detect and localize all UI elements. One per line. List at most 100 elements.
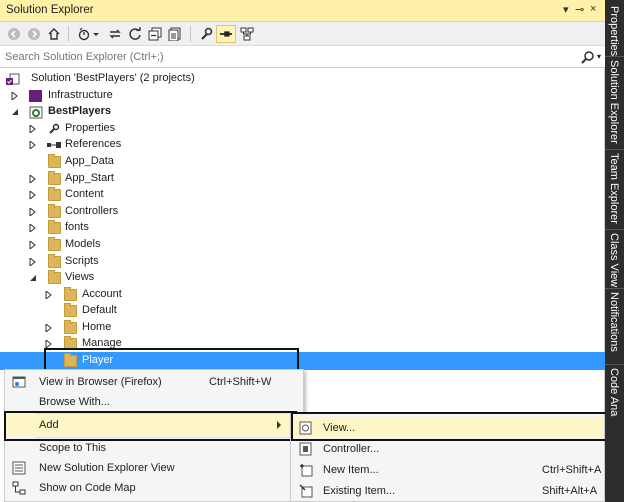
tree-row-models[interactable]: Models — [0, 237, 605, 254]
expand-icon[interactable] — [29, 191, 37, 199]
menu-item-show-on-code-map[interactable]: Show on Code Map — [5, 478, 303, 498]
tree-row-default[interactable]: Default — [0, 303, 605, 320]
home-icon[interactable] — [45, 25, 63, 43]
tree-item-label: Account — [82, 288, 122, 300]
folder-icon — [48, 220, 61, 234]
menu-item-scope-to-this[interactable]: Scope to This — [5, 438, 303, 458]
solution-icon — [5, 73, 20, 86]
tree-row-infrastructure[interactable]: Infrastructure — [0, 88, 605, 105]
expand-icon[interactable] — [29, 208, 37, 216]
project-icon — [29, 90, 42, 102]
expand-icon[interactable] — [45, 340, 53, 348]
tree-row-home[interactable]: Home — [0, 320, 605, 337]
submenu-item-view[interactable]: View... — [291, 417, 604, 438]
tree-row-scripts[interactable]: Scripts — [0, 254, 605, 271]
folder-icon — [48, 204, 61, 218]
tree-row-manage[interactable]: Manage — [0, 336, 605, 353]
tree-row-bestplayers[interactable]: BestPlayers — [0, 104, 605, 121]
tab-notifications[interactable]: Notifications — [608, 292, 620, 352]
menu-item-new-solution-explorer-view[interactable]: New Solution Explorer View — [5, 458, 303, 478]
back-icon[interactable] — [5, 25, 23, 43]
panel-title: Solution Explorer — [6, 4, 94, 16]
controller-icon — [299, 442, 313, 456]
tree-item-label: BestPlayers — [48, 105, 111, 117]
menu-item-browse-with[interactable]: Browse With... — [5, 392, 303, 412]
tree-row-content[interactable]: Content — [0, 187, 605, 204]
folder-icon — [48, 154, 61, 168]
submenu-arrow-icon — [277, 421, 281, 429]
tab-team-explorer[interactable]: Team Explorer — [608, 153, 620, 224]
collapse-icon[interactable] — [11, 108, 19, 116]
expand-icon[interactable] — [29, 258, 37, 266]
class-diagram-icon[interactable] — [238, 25, 256, 43]
tab-properties[interactable]: Properties — [608, 6, 620, 56]
pin-icon[interactable]: ⊸ — [575, 3, 584, 16]
preview-selected-items-icon[interactable] — [216, 25, 236, 43]
search-bar: ▾ — [0, 46, 605, 68]
tab-code-analysis[interactable]: Code Ana — [608, 368, 620, 416]
tree-row-properties[interactable]: Properties — [0, 121, 605, 138]
tree-row-views[interactable]: Views — [0, 270, 605, 287]
expand-icon[interactable] — [11, 92, 19, 100]
context-menu: View in Browser (Firefox) Ctrl+Shift+W B… — [4, 369, 304, 502]
tree-row-account[interactable]: Account — [0, 287, 605, 304]
search-input[interactable] — [5, 49, 565, 65]
tab-class-view[interactable]: Class View — [608, 233, 620, 287]
tree-row-app-start[interactable]: App_Start — [0, 171, 605, 188]
submenu-item-new-item[interactable]: New Item... Ctrl+Shift+A — [291, 459, 604, 480]
expand-icon[interactable] — [45, 324, 53, 332]
submenu-item-label: New Item... — [323, 464, 379, 476]
tree-row-solution[interactable]: Solution 'BestPlayers' (2 projects) — [0, 71, 605, 88]
code-map-icon — [12, 481, 26, 495]
folder-icon — [64, 353, 77, 367]
menu-item-label: New Solution Explorer View — [39, 462, 175, 474]
tree-row-controllers[interactable]: Controllers — [0, 204, 605, 221]
show-all-files-icon[interactable] — [166, 25, 184, 43]
expand-icon[interactable] — [29, 224, 37, 232]
tree-item-label: References — [65, 138, 122, 150]
view-item-icon — [299, 421, 313, 435]
search-icon[interactable] — [581, 50, 595, 64]
submenu-item-label: View... — [323, 422, 356, 434]
submenu-item-controller[interactable]: Controller... — [291, 438, 604, 459]
folder-icon — [64, 336, 77, 350]
menu-item-label: Scope to This — [39, 442, 107, 454]
menu-item-view-in-browser[interactable]: View in Browser (Firefox) Ctrl+Shift+W — [5, 372, 303, 392]
tab-solution-explorer[interactable]: Solution Explorer — [608, 60, 620, 144]
forward-icon[interactable] — [25, 25, 43, 43]
tree-item-label: Manage — [82, 337, 122, 349]
refresh-icon[interactable] — [126, 25, 144, 43]
sync-icon[interactable] — [106, 25, 124, 43]
close-icon[interactable]: × — [590, 3, 596, 15]
menu-item-shortcut: Ctrl+Shift+W — [209, 376, 272, 388]
search-options-icon[interactable]: ▾ — [597, 52, 601, 61]
collapse-all-icon[interactable] — [146, 25, 164, 43]
new-view-icon — [12, 461, 26, 475]
solution-label: Solution 'BestPlayers' (2 projects) — [31, 72, 195, 84]
tree-item-label: Properties — [65, 122, 116, 134]
side-tab-strip: Properties Solution Explorer Team Explor… — [605, 0, 624, 502]
tree-item-label: Models — [65, 238, 101, 250]
expand-icon[interactable] — [29, 175, 37, 183]
submenu-item-existing-item[interactable]: Existing Item... Shift+Alt+A — [291, 480, 604, 501]
tree-row-player[interactable]: Player — [0, 352, 605, 370]
properties-wrench-icon[interactable] — [197, 25, 215, 43]
tree-row-fonts[interactable]: fonts — [0, 220, 605, 237]
expand-icon[interactable] — [29, 125, 37, 133]
browser-icon — [12, 375, 26, 389]
tree-item-label: Views — [65, 271, 95, 283]
dropdown-icon[interactable]: ▾ — [563, 3, 569, 16]
expand-icon[interactable] — [29, 241, 37, 249]
web-project-icon — [29, 106, 43, 119]
tree-row-references[interactable]: References — [0, 137, 605, 154]
menu-item-add[interactable]: Add — [5, 414, 303, 436]
expand-icon[interactable] — [45, 291, 53, 299]
tree-row-app-data[interactable]: App_Data — [0, 154, 605, 171]
tree-item-label: Home — [82, 321, 112, 333]
expand-icon[interactable] — [29, 141, 37, 149]
collapse-icon[interactable] — [29, 274, 37, 282]
filter-dropdown-icon[interactable] — [91, 25, 101, 43]
menu-item-label: View in Browser (Firefox) — [39, 376, 162, 388]
menu-item-label: Browse With... — [39, 396, 110, 408]
submenu-item-label: Existing Item... — [323, 485, 396, 497]
